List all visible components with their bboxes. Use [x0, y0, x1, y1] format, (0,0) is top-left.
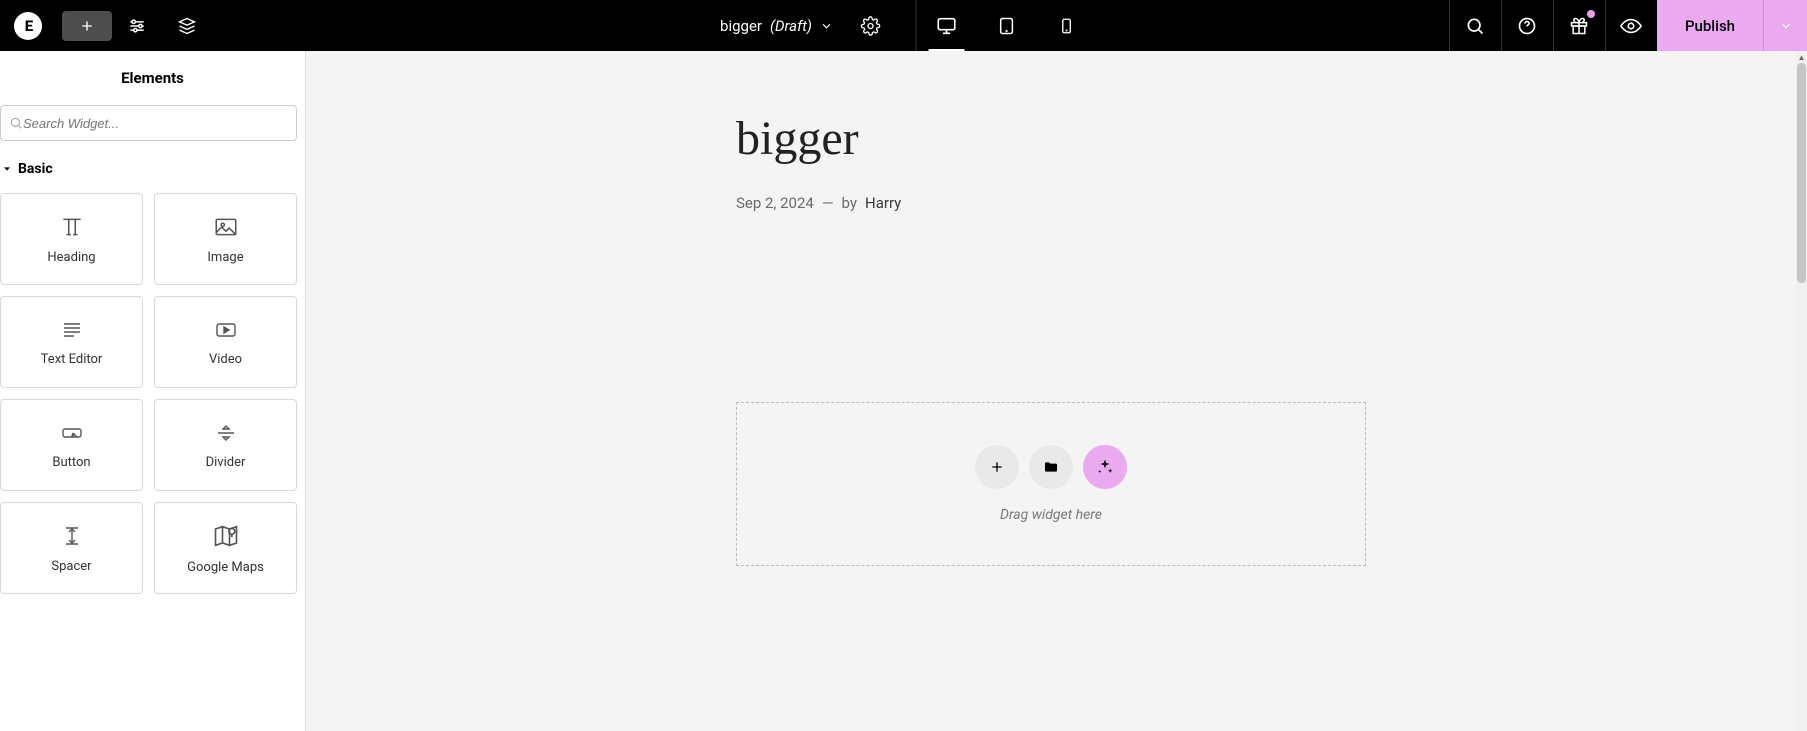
widget-label: Text Editor: [41, 352, 103, 367]
page-status: (Draft): [770, 17, 812, 35]
widget-google-maps[interactable]: Google Maps: [154, 502, 297, 594]
image-icon: [210, 214, 242, 240]
widget-image[interactable]: Image: [154, 193, 297, 285]
logo-text: E: [25, 17, 31, 35]
page-title-dropdown[interactable]: bigger (Draft): [710, 17, 844, 35]
category-label: Basic: [18, 161, 53, 177]
post-meta: Sep 2, 2024 — by Harry: [736, 194, 1366, 212]
scrollbar[interactable]: ▲: [1796, 51, 1807, 731]
scroll-up-icon[interactable]: ▲: [1796, 51, 1807, 63]
publish-options-button[interactable]: [1763, 0, 1807, 51]
whats-new-button[interactable]: [1553, 0, 1605, 51]
post-date: Sep 2, 2024: [736, 194, 814, 212]
mobile-view-button[interactable]: [1037, 0, 1097, 51]
caret-down-icon: [2, 164, 12, 174]
dropzone-hint: Drag widget here: [1000, 507, 1102, 523]
finder-button[interactable]: [1449, 0, 1501, 51]
widget-heading[interactable]: Heading: [0, 193, 143, 285]
search-input[interactable]: [23, 116, 288, 131]
tablet-view-button[interactable]: [977, 0, 1037, 51]
preview-button[interactable]: [1605, 0, 1657, 51]
sparkle-icon: [1096, 458, 1114, 476]
widget-text-editor[interactable]: Text Editor: [0, 296, 143, 388]
widget-label: Spacer: [51, 559, 91, 574]
drop-zone[interactable]: Drag widget here: [736, 402, 1366, 566]
post-title: bigger: [736, 111, 1366, 166]
widget-button[interactable]: Button: [0, 399, 143, 491]
page-settings-button[interactable]: [846, 0, 896, 51]
heading-icon: [57, 214, 87, 240]
add-element-button[interactable]: [62, 11, 112, 41]
site-settings-button[interactable]: [112, 0, 162, 51]
post-author[interactable]: Harry: [865, 194, 901, 212]
ai-button[interactable]: [1083, 445, 1127, 489]
page-name: bigger: [720, 17, 762, 35]
widget-spacer[interactable]: Spacer: [0, 502, 143, 594]
widget-divider[interactable]: Divider: [154, 399, 297, 491]
add-template-button[interactable]: [1029, 445, 1073, 489]
widget-label: Image: [207, 250, 243, 265]
button-icon: [57, 421, 87, 445]
meta-separator: —: [822, 194, 834, 212]
widget-label: Google Maps: [187, 560, 264, 575]
widget-label: Divider: [206, 455, 246, 470]
publish-label: Publish: [1685, 17, 1735, 35]
desktop-view-button[interactable]: [917, 0, 977, 51]
category-basic[interactable]: Basic: [0, 155, 305, 183]
notification-dot: [1587, 10, 1595, 18]
widget-label: Button: [52, 455, 90, 470]
scrollbar-thumb[interactable]: [1797, 63, 1806, 283]
search-icon: [9, 116, 23, 130]
chevron-down-icon: [820, 19, 834, 33]
search-widget[interactable]: [0, 105, 297, 141]
add-section-button[interactable]: [975, 445, 1019, 489]
panel-title: Elements: [0, 51, 305, 105]
widget-label: Heading: [47, 250, 95, 265]
publish-button[interactable]: Publish: [1657, 0, 1763, 51]
widget-label: Video: [209, 352, 242, 367]
help-button[interactable]: [1501, 0, 1553, 51]
map-icon: [211, 522, 241, 550]
elementor-logo[interactable]: E: [14, 12, 42, 40]
by-label: by: [842, 194, 857, 212]
video-icon: [211, 318, 241, 342]
plus-icon: [989, 459, 1005, 475]
widget-video[interactable]: Video: [154, 296, 297, 388]
top-bar: E bigger (Draft): [0, 0, 1807, 51]
elements-panel: Elements Basic Heading Image Text Editor…: [0, 51, 306, 731]
folder-icon: [1043, 459, 1059, 475]
structure-button[interactable]: [162, 0, 212, 51]
editor-canvas[interactable]: bigger Sep 2, 2024 — by Harry Drag widge…: [306, 51, 1796, 731]
spacer-icon: [60, 523, 84, 549]
divider-icon: [212, 421, 240, 445]
text-editor-icon: [58, 318, 86, 342]
